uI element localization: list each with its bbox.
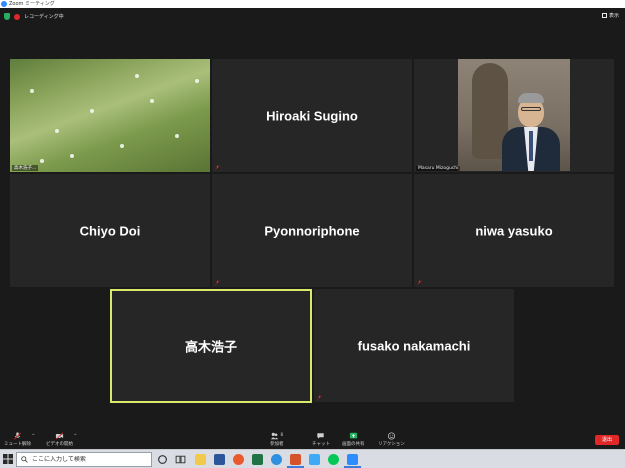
muted-mic-icon [215,165,220,170]
video-feed [458,59,570,171]
participant-tile[interactable]: fusako nakamachi [314,289,514,402]
participants-count: 8 [280,432,284,437]
reactions-button[interactable]: リアクション [378,432,405,447]
microphone-muted-icon [14,432,21,440]
flower [90,109,94,113]
participant-name: niwa yasuko [475,223,553,238]
flower [150,99,154,103]
muted-mic-icon [317,395,322,400]
participants-button[interactable]: 8 参加者 [270,432,284,447]
meeting-status: レコーディング中 [4,12,64,21]
participant-tile[interactable]: niwa yasuko [414,174,614,287]
participant-tile-video[interactable]: Masaru Mizoguchi [414,59,614,172]
recording-icon [14,13,20,20]
share-screen-icon [349,432,357,439]
file-explorer-icon[interactable] [195,454,206,465]
browser-icon[interactable] [233,454,244,465]
leave-meeting-button[interactable]: 退出 [595,435,619,445]
windows-start-icon[interactable] [3,454,13,464]
tie [529,131,533,161]
chat-bubble-icon [317,433,325,439]
windows-taskbar [0,449,625,468]
video-camera-off-icon [55,432,64,440]
app-icon[interactable] [309,454,320,465]
flower [175,134,179,138]
chevron-up-icon[interactable]: ^ [74,433,77,438]
participant-name: Pyonnoriphone [264,223,360,238]
person-hair [518,93,544,103]
flower [135,74,139,78]
unmute-button[interactable]: ミュート解除 ^ [4,432,35,447]
flower [120,144,124,148]
meeting-window: レコーディング中 表示 高木浩子... Hiroaki Sugino Masar… [0,8,625,449]
participant-tile[interactable]: Hiroaki Sugino [212,59,412,172]
cortana-icon[interactable] [157,454,168,465]
chevron-up-icon[interactable]: ^ [32,433,35,438]
window-title: Zoom ミーティング [9,1,55,7]
flower [30,89,34,93]
participant-name: 高木浩子 [184,339,237,355]
participant-name: fusako nakamachi [357,338,471,353]
flower [70,154,74,158]
grid-view-icon [601,13,607,18]
participants-icon-group: 8 [270,432,283,440]
participant-tile[interactable]: Pyonnoriphone [212,174,412,287]
flower [195,79,199,83]
meeting-toolbar: ミュート解除 ^ ビデオの開始 ^ 8 参加者 チャット 画面の共有 リアクショ… [0,430,625,449]
recording-label: レコーディング中 [24,14,64,20]
muted-mic-icon [417,280,422,285]
participant-name: Chiyo Doi [79,223,141,238]
taskbar-search[interactable] [16,452,152,467]
muted-mic-icon [215,280,220,285]
search-input[interactable] [32,456,142,463]
view-button[interactable]: 表示 [601,12,619,19]
app-icon[interactable] [290,454,301,465]
flower [40,159,44,163]
task-view-icon[interactable] [175,454,186,465]
zoom-taskbar-icon[interactable] [347,454,358,465]
zoom-app-icon [1,1,7,7]
participant-tile[interactable]: Chiyo Doi [10,174,210,287]
start-video-button[interactable]: ビデオの開始 ^ [46,432,77,447]
line-icon[interactable] [328,454,339,465]
search-icon [21,456,28,463]
chat-button[interactable]: チャット [312,432,330,447]
window-titlebar: Zoom ミーティング [0,0,625,8]
participants-icon [271,432,279,440]
glasses [521,107,541,111]
participant-tile-active-speaker[interactable]: 高木浩子 [110,289,312,403]
share-screen-button[interactable]: 画面の共有 [342,432,365,447]
view-label: 表示 [608,13,619,19]
shield-icon[interactable] [4,13,10,20]
flower [55,129,59,133]
participant-name-label: 高木浩子... [12,165,39,171]
emoji-smile-icon [387,432,395,440]
app-icon[interactable] [271,454,282,465]
participant-tile-video[interactable]: 高木浩子... [10,59,210,172]
participant-name-label: Masaru Mizoguchi [416,166,461,171]
excel-icon[interactable] [252,454,263,465]
word-icon[interactable] [214,454,225,465]
participant-name: Hiroaki Sugino [266,108,358,123]
